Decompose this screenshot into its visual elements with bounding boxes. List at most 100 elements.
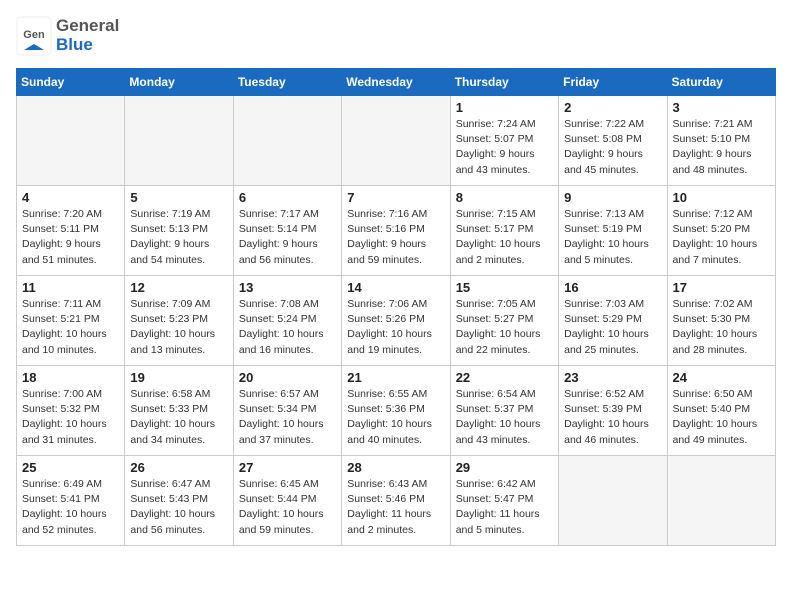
day-number: 18: [22, 370, 119, 385]
svg-text:Gen: Gen: [23, 29, 45, 41]
day-number: 9: [564, 190, 661, 205]
calendar-cell: 5Sunrise: 7:19 AM Sunset: 5:13 PM Daylig…: [125, 186, 233, 276]
day-info: Sunrise: 6:42 AM Sunset: 5:47 PM Dayligh…: [456, 477, 553, 538]
day-number: 19: [130, 370, 227, 385]
day-info: Sunrise: 7:02 AM Sunset: 5:30 PM Dayligh…: [673, 297, 770, 358]
day-info: Sunrise: 7:24 AM Sunset: 5:07 PM Dayligh…: [456, 117, 553, 178]
calendar-cell: 14 Sunrise: 7:06 AM Sunset: 5:26 PM Dayli…: [342, 276, 450, 366]
day-number: 7: [347, 190, 444, 205]
day-number: 25: [22, 460, 119, 475]
day-number: 27: [239, 460, 336, 475]
calendar-cell: 23Sunrise: 6:52 AM Sunset: 5:39 PM Dayli…: [559, 366, 667, 456]
day-info: Sunrise: 7:00 AM Sunset: 5:32 PM Dayligh…: [22, 387, 119, 448]
day-info: Sunrise: 7:20 AM Sunset: 5:11 PM Dayligh…: [22, 207, 119, 268]
calendar-cell: [342, 96, 450, 186]
day-number: 3: [673, 100, 770, 115]
calendar-cell: 8 Sunrise: 7:15 AM Sunset: 5:17 PM Daylig…: [450, 186, 558, 276]
calendar-cell: 13 Sunrise: 7:08 AM Sunset: 5:24 PM Dayli…: [233, 276, 341, 366]
calendar-cell: 7 Sunrise: 7:16 AM Sunset: 5:16 PM Daylig…: [342, 186, 450, 276]
day-info: Sunrise: 7:15 AM Sunset: 5:17 PM Dayligh…: [456, 207, 553, 268]
weekday-header-sunday: Sunday: [17, 69, 125, 96]
day-info: Sunrise: 7:11 AM Sunset: 5:21 PM Dayligh…: [22, 297, 119, 358]
day-info: Sunrise: 7:13 AM Sunset: 5:19 PM Dayligh…: [564, 207, 661, 268]
calendar-week-row: 18 Sunrise: 7:00 AM Sunset: 5:32 PM Dayli…: [17, 366, 776, 456]
day-number: 22: [456, 370, 553, 385]
day-info: Sunrise: 7:06 AM Sunset: 5:26 PM Dayligh…: [347, 297, 444, 358]
calendar-cell: [17, 96, 125, 186]
calendar-cell: 1 Sunrise: 7:24 AM Sunset: 5:07 PM Daylig…: [450, 96, 558, 186]
day-number: 8: [456, 190, 553, 205]
weekday-header-thursday: Thursday: [450, 69, 558, 96]
calendar-cell: 21 Sunrise: 6:55 AM Sunset: 5:36 PM Dayli…: [342, 366, 450, 456]
day-info: Sunrise: 6:55 AM Sunset: 5:36 PM Dayligh…: [347, 387, 444, 448]
day-number: 6: [239, 190, 336, 205]
calendar-cell: 28Sunrise: 6:43 AM Sunset: 5:46 PM Dayli…: [342, 456, 450, 546]
calendar-cell: 11 Sunrise: 7:11 AM Sunset: 5:21 PM Dayli…: [17, 276, 125, 366]
day-number: 16: [564, 280, 661, 295]
day-info: Sunrise: 6:49 AM Sunset: 5:41 PM Dayligh…: [22, 477, 119, 538]
calendar-cell: 4 Sunrise: 7:20 AM Sunset: 5:11 PM Daylig…: [17, 186, 125, 276]
calendar-cell: 25 Sunrise: 6:49 AM Sunset: 5:41 PM Dayli…: [17, 456, 125, 546]
logo: Gen General Blue: [16, 16, 119, 56]
calendar-cell: 15 Sunrise: 7:05 AM Sunset: 5:27 PM Dayli…: [450, 276, 558, 366]
day-number: 13: [239, 280, 336, 295]
day-info: Sunrise: 6:58 AM Sunset: 5:33 PM Dayligh…: [130, 387, 227, 448]
day-info: Sunrise: 7:16 AM Sunset: 5:16 PM Dayligh…: [347, 207, 444, 268]
day-number: 20: [239, 370, 336, 385]
calendar-week-row: 25 Sunrise: 6:49 AM Sunset: 5:41 PM Dayli…: [17, 456, 776, 546]
calendar-table: SundayMondayTuesdayWednesdayThursdayFrid…: [16, 68, 776, 546]
day-info: Sunrise: 7:22 AM Sunset: 5:08 PM Dayligh…: [564, 117, 661, 178]
calendar-cell: 10 Sunrise: 7:12 AM Sunset: 5:20 PM Dayli…: [667, 186, 775, 276]
weekday-header-friday: Friday: [559, 69, 667, 96]
day-info: Sunrise: 7:19 AM Sunset: 5:13 PM Dayligh…: [130, 207, 227, 268]
logo-icon: Gen: [16, 16, 52, 56]
calendar-cell: 22 Sunrise: 6:54 AM Sunset: 5:37 PM Dayli…: [450, 366, 558, 456]
logo-blue: Blue: [56, 35, 93, 54]
weekday-header-tuesday: Tuesday: [233, 69, 341, 96]
calendar-cell: 18 Sunrise: 7:00 AM Sunset: 5:32 PM Dayli…: [17, 366, 125, 456]
calendar-week-row: 11 Sunrise: 7:11 AM Sunset: 5:21 PM Dayli…: [17, 276, 776, 366]
day-info: Sunrise: 7:09 AM Sunset: 5:23 PM Dayligh…: [130, 297, 227, 358]
day-info: Sunrise: 6:45 AM Sunset: 5:44 PM Dayligh…: [239, 477, 336, 538]
day-number: 26: [130, 460, 227, 475]
day-info: Sunrise: 7:05 AM Sunset: 5:27 PM Dayligh…: [456, 297, 553, 358]
calendar-cell: [559, 456, 667, 546]
day-info: Sunrise: 7:17 AM Sunset: 5:14 PM Dayligh…: [239, 207, 336, 268]
calendar-cell: 3Sunrise: 7:21 AM Sunset: 5:10 PM Daylig…: [667, 96, 775, 186]
day-info: Sunrise: 7:08 AM Sunset: 5:24 PM Dayligh…: [239, 297, 336, 358]
day-number: 11: [22, 280, 119, 295]
day-number: 28: [347, 460, 444, 475]
weekday-header-wednesday: Wednesday: [342, 69, 450, 96]
weekday-header-monday: Monday: [125, 69, 233, 96]
calendar-cell: 12 Sunrise: 7:09 AM Sunset: 5:23 PM Dayli…: [125, 276, 233, 366]
day-number: 14: [347, 280, 444, 295]
day-number: 17: [673, 280, 770, 295]
day-number: 24: [673, 370, 770, 385]
logo-wordmark: General Blue: [56, 17, 119, 54]
calendar-cell: [233, 96, 341, 186]
day-info: Sunrise: 6:47 AM Sunset: 5:43 PM Dayligh…: [130, 477, 227, 538]
calendar-cell: 20 Sunrise: 6:57 AM Sunset: 5:34 PM Dayli…: [233, 366, 341, 456]
logo-general: General: [56, 16, 119, 35]
calendar-cell: 24 Sunrise: 6:50 AM Sunset: 5:40 PM Dayli…: [667, 366, 775, 456]
day-info: Sunrise: 6:57 AM Sunset: 5:34 PM Dayligh…: [239, 387, 336, 448]
day-number: 29: [456, 460, 553, 475]
calendar-cell: 6 Sunrise: 7:17 AM Sunset: 5:14 PM Daylig…: [233, 186, 341, 276]
day-number: 10: [673, 190, 770, 205]
calendar-cell: 27 Sunrise: 6:45 AM Sunset: 5:44 PM Dayli…: [233, 456, 341, 546]
day-number: 12: [130, 280, 227, 295]
calendar-cell: 19 Sunrise: 6:58 AM Sunset: 5:33 PM Dayli…: [125, 366, 233, 456]
day-info: Sunrise: 7:12 AM Sunset: 5:20 PM Dayligh…: [673, 207, 770, 268]
day-number: 4: [22, 190, 119, 205]
day-number: 1: [456, 100, 553, 115]
day-info: Sunrise: 6:50 AM Sunset: 5:40 PM Dayligh…: [673, 387, 770, 448]
day-number: 2: [564, 100, 661, 115]
day-number: 23: [564, 370, 661, 385]
day-number: 21: [347, 370, 444, 385]
calendar-cell: 29 Sunrise: 6:42 AM Sunset: 5:47 PM Dayli…: [450, 456, 558, 546]
calendar-cell: 16Sunrise: 7:03 AM Sunset: 5:29 PM Dayli…: [559, 276, 667, 366]
weekday-header-row: SundayMondayTuesdayWednesdayThursdayFrid…: [17, 69, 776, 96]
day-number: 15: [456, 280, 553, 295]
calendar-cell: 17 Sunrise: 7:02 AM Sunset: 5:30 PM Dayli…: [667, 276, 775, 366]
day-info: Sunrise: 6:54 AM Sunset: 5:37 PM Dayligh…: [456, 387, 553, 448]
